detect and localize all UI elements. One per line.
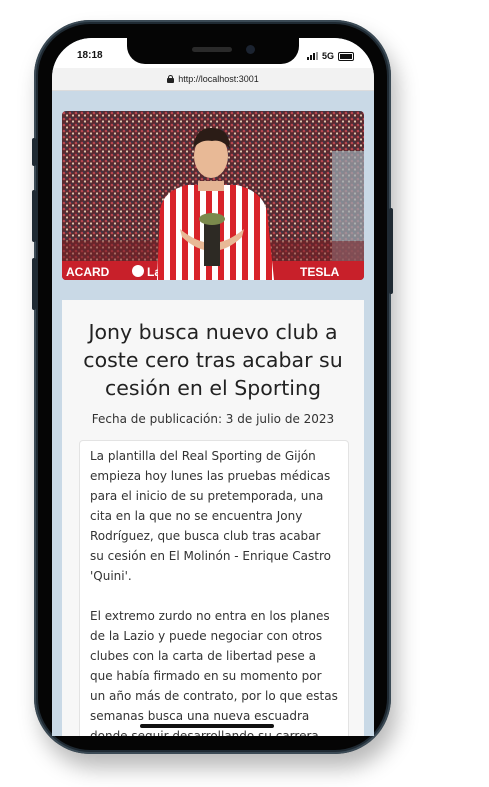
publication-date: Fecha de publicación: 3 de julio de 2023 — [91, 412, 335, 426]
phone-screen: 18:18 5G http://localhost:3001 ACARD TES… — [52, 38, 374, 736]
status-time: 18:18 — [77, 50, 103, 61]
address-url[interactable]: http://localhost:3001 — [178, 74, 259, 84]
player-photo-icon: ACARD LaLiga TESLA — [62, 111, 364, 280]
article-title: Jony busca nuevo club a coste cero tras … — [83, 320, 343, 400]
silent-switch — [32, 138, 36, 166]
home-indicator[interactable] — [140, 724, 274, 728]
battery-icon — [338, 51, 354, 61]
article-paragraph-1: La plantilla del Real Sporting de Gijón … — [90, 449, 331, 583]
volume-down-button — [32, 258, 36, 310]
browser-address-bar[interactable]: http://localhost:3001 — [52, 68, 374, 91]
status-indicators: 5G — [306, 51, 354, 61]
status-bar: 18:18 5G — [52, 38, 374, 68]
front-camera-icon — [246, 45, 255, 54]
article-body: La plantilla del Real Sporting de Gijón … — [79, 440, 349, 736]
speaker-grille — [192, 47, 232, 52]
volume-up-button — [32, 190, 36, 242]
lock-icon — [167, 75, 175, 83]
article-paragraph-2: El extremo zurdo no entra en los planes … — [90, 609, 338, 736]
board-text-right: TESLA — [300, 265, 340, 279]
network-type: 5G — [321, 51, 334, 61]
article-hero-image: ACARD LaLiga TESLA — [62, 111, 364, 280]
article-card: Jony busca nuevo club a coste cero tras … — [62, 300, 364, 736]
signal-icon — [306, 52, 318, 60]
power-button — [389, 208, 393, 294]
notch — [127, 38, 299, 64]
board-text-left: ACARD — [66, 265, 110, 279]
